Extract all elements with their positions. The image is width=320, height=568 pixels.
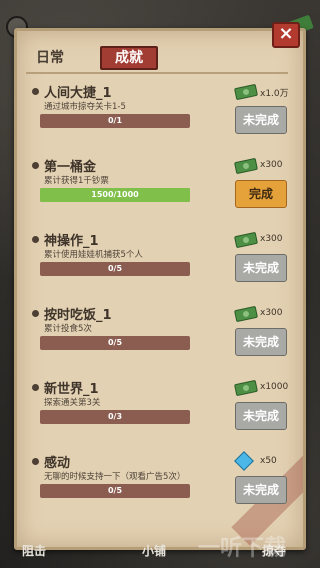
progress-text: 1500/1000 (91, 190, 139, 199)
watermark: 一听下载 (198, 536, 287, 561)
cash-icon (233, 305, 259, 323)
reward-amount: x300 (260, 160, 283, 170)
tab-achievements[interactable]: 成就 (100, 46, 158, 70)
cash-icon (233, 83, 259, 101)
claim-button[interactable]: 完成 (235, 180, 287, 208)
quest-row: 第一桶金 累计获得1千钞票 1500/1000 x300 完成 (30, 156, 294, 216)
bullet-icon (32, 384, 39, 391)
close-button[interactable]: × (272, 22, 300, 48)
progress-text: 0/5 (107, 486, 123, 495)
bullet-icon (32, 236, 39, 243)
reward-amount: x50 (260, 456, 277, 466)
incomplete-button[interactable]: 未完成 (235, 328, 287, 356)
bullet-icon (32, 458, 39, 465)
quest-row: 新世界_1 探索通关第3关 0/3 x1000 未完成 (30, 378, 294, 438)
bullet-icon (32, 310, 39, 317)
reward-amount: x300 (260, 308, 283, 318)
progress-bar: 0/5 (40, 262, 190, 276)
quest-description: 累计投食5次 (44, 324, 92, 334)
quest-title: 第一桶金 (44, 160, 97, 175)
bullet-icon (32, 88, 39, 95)
cash-icon (233, 379, 259, 397)
progress-bar: 0/5 (40, 484, 190, 498)
quest-row: 人间大捷_1 通过城市掠夺关卡1-5 0/1 x1.0万 未完成 (30, 82, 294, 142)
reward-amount: x1000 (260, 382, 289, 392)
quest-description: 累计获得1千钞票 (44, 176, 109, 186)
quest-title: 人间大捷_1 (44, 86, 112, 101)
quest-row: 感动 无聊的时候支持一下（观看广告5次） 0/5 x50 未完成 (30, 451, 294, 512)
quest-title: 新世界_1 (44, 382, 99, 397)
quest-title: 按时吃饭_1 (44, 308, 112, 323)
quest-description: 通过城市掠夺关卡1-5 (44, 102, 126, 112)
progress-text: 0/1 (107, 116, 123, 125)
progress-bar: 1500/1000 (40, 188, 190, 202)
cash-icon (233, 231, 259, 249)
cash-icon (233, 157, 259, 175)
progress-bar: 0/3 (40, 410, 190, 424)
quest-title: 感动 (44, 456, 71, 471)
reward-amount: x300 (260, 234, 283, 244)
quest-row: 神操作_1 累计使用娃娃机捕获5个人 0/5 x300 未完成 (30, 230, 294, 290)
progress-bar: 0/1 (40, 114, 190, 128)
progress-text: 0/5 (107, 338, 123, 347)
quest-description: 无聊的时候支持一下（观看广告5次） (44, 472, 186, 482)
progress-text: 0/3 (107, 412, 123, 421)
progress-text: 0/5 (107, 264, 123, 273)
quest-row: 按时吃饭_1 累计投食5次 0/5 x300 未完成 (30, 304, 294, 364)
bullet-icon (32, 162, 39, 169)
tab-daily[interactable]: 日常 (28, 46, 72, 70)
progress-bar: 0/5 (40, 336, 190, 350)
bottom-tab-snipe[interactable]: 阻击 (22, 542, 46, 559)
incomplete-button[interactable]: 未完成 (235, 106, 287, 134)
incomplete-button[interactable]: 未完成 (235, 476, 287, 504)
quest-description: 累计使用娃娃机捕获5个人 (44, 250, 143, 260)
incomplete-button[interactable]: 未完成 (235, 254, 287, 282)
reward-amount: x1.0万 (260, 89, 289, 99)
incomplete-button[interactable]: 未完成 (235, 402, 287, 430)
quest-title: 神操作_1 (44, 234, 99, 249)
quest-description: 探索通关第3关 (44, 398, 101, 408)
tab-divider (26, 72, 288, 74)
bottom-tab-shop[interactable]: 小铺 (142, 542, 166, 559)
gem-icon (234, 451, 254, 471)
